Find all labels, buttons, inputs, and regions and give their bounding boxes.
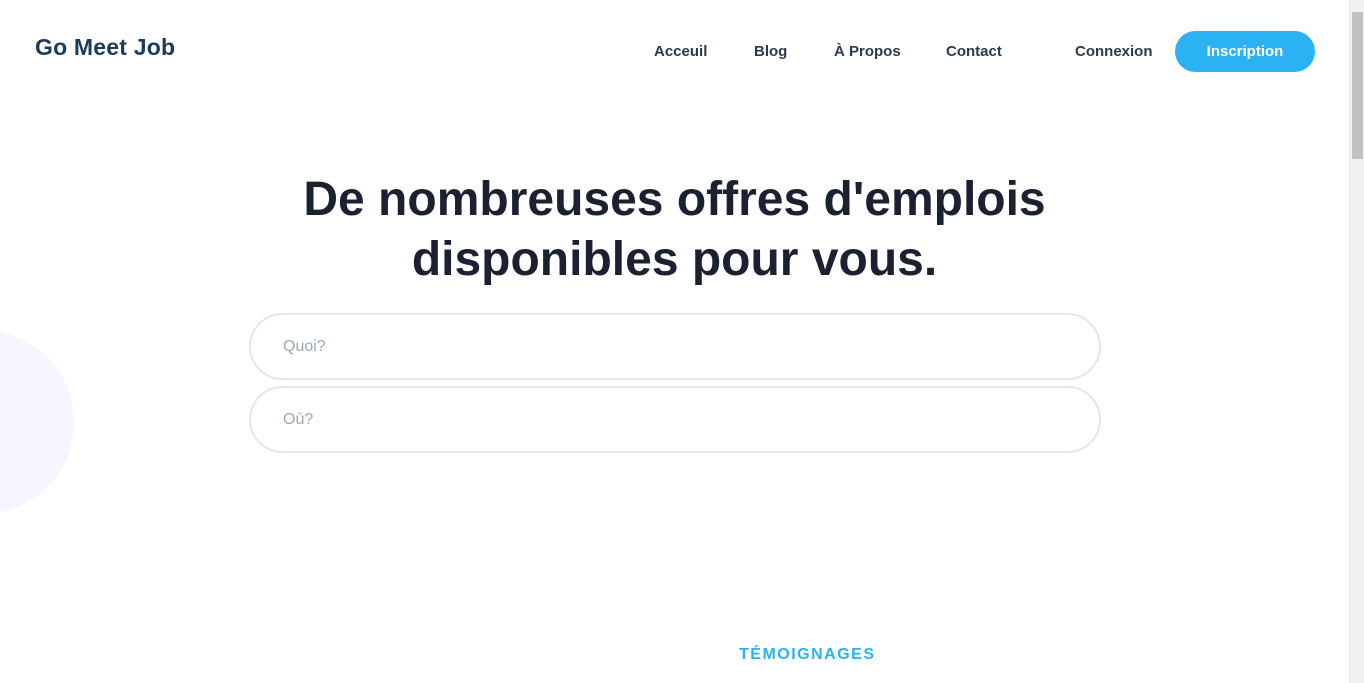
nav-link-apropos[interactable]: À Propos: [834, 43, 901, 60]
nav-link-contact[interactable]: Contact: [946, 43, 1002, 60]
page: Go Meet Job Acceuil Blog À Propos Contac…: [0, 0, 1349, 683]
where-search-input[interactable]: [249, 386, 1101, 453]
what-search-input[interactable]: [249, 313, 1101, 380]
page-scrollbar[interactable]: [1349, 0, 1364, 683]
signup-button[interactable]: Inscription: [1175, 31, 1315, 72]
scrollbar-thumb[interactable]: [1352, 12, 1363, 159]
hero-title-line-2: disponibles pour vous.: [411, 233, 938, 286]
testimonials-section-label: TÉMOIGNAGES: [739, 646, 876, 663]
decorative-circle: [0, 330, 74, 514]
nav-link-acceuil[interactable]: Acceuil: [654, 43, 707, 60]
main-nav: Acceuil Blog À Propos Contact Connexion: [0, 43, 1349, 63]
nav-link-blog[interactable]: Blog: [754, 43, 787, 60]
hero-title: De nombreuses offres d'emplois disponibl…: [0, 170, 1349, 290]
hero-title-line-1: De nombreuses offres d'emplois: [303, 173, 1046, 226]
login-link[interactable]: Connexion: [1075, 43, 1153, 60]
